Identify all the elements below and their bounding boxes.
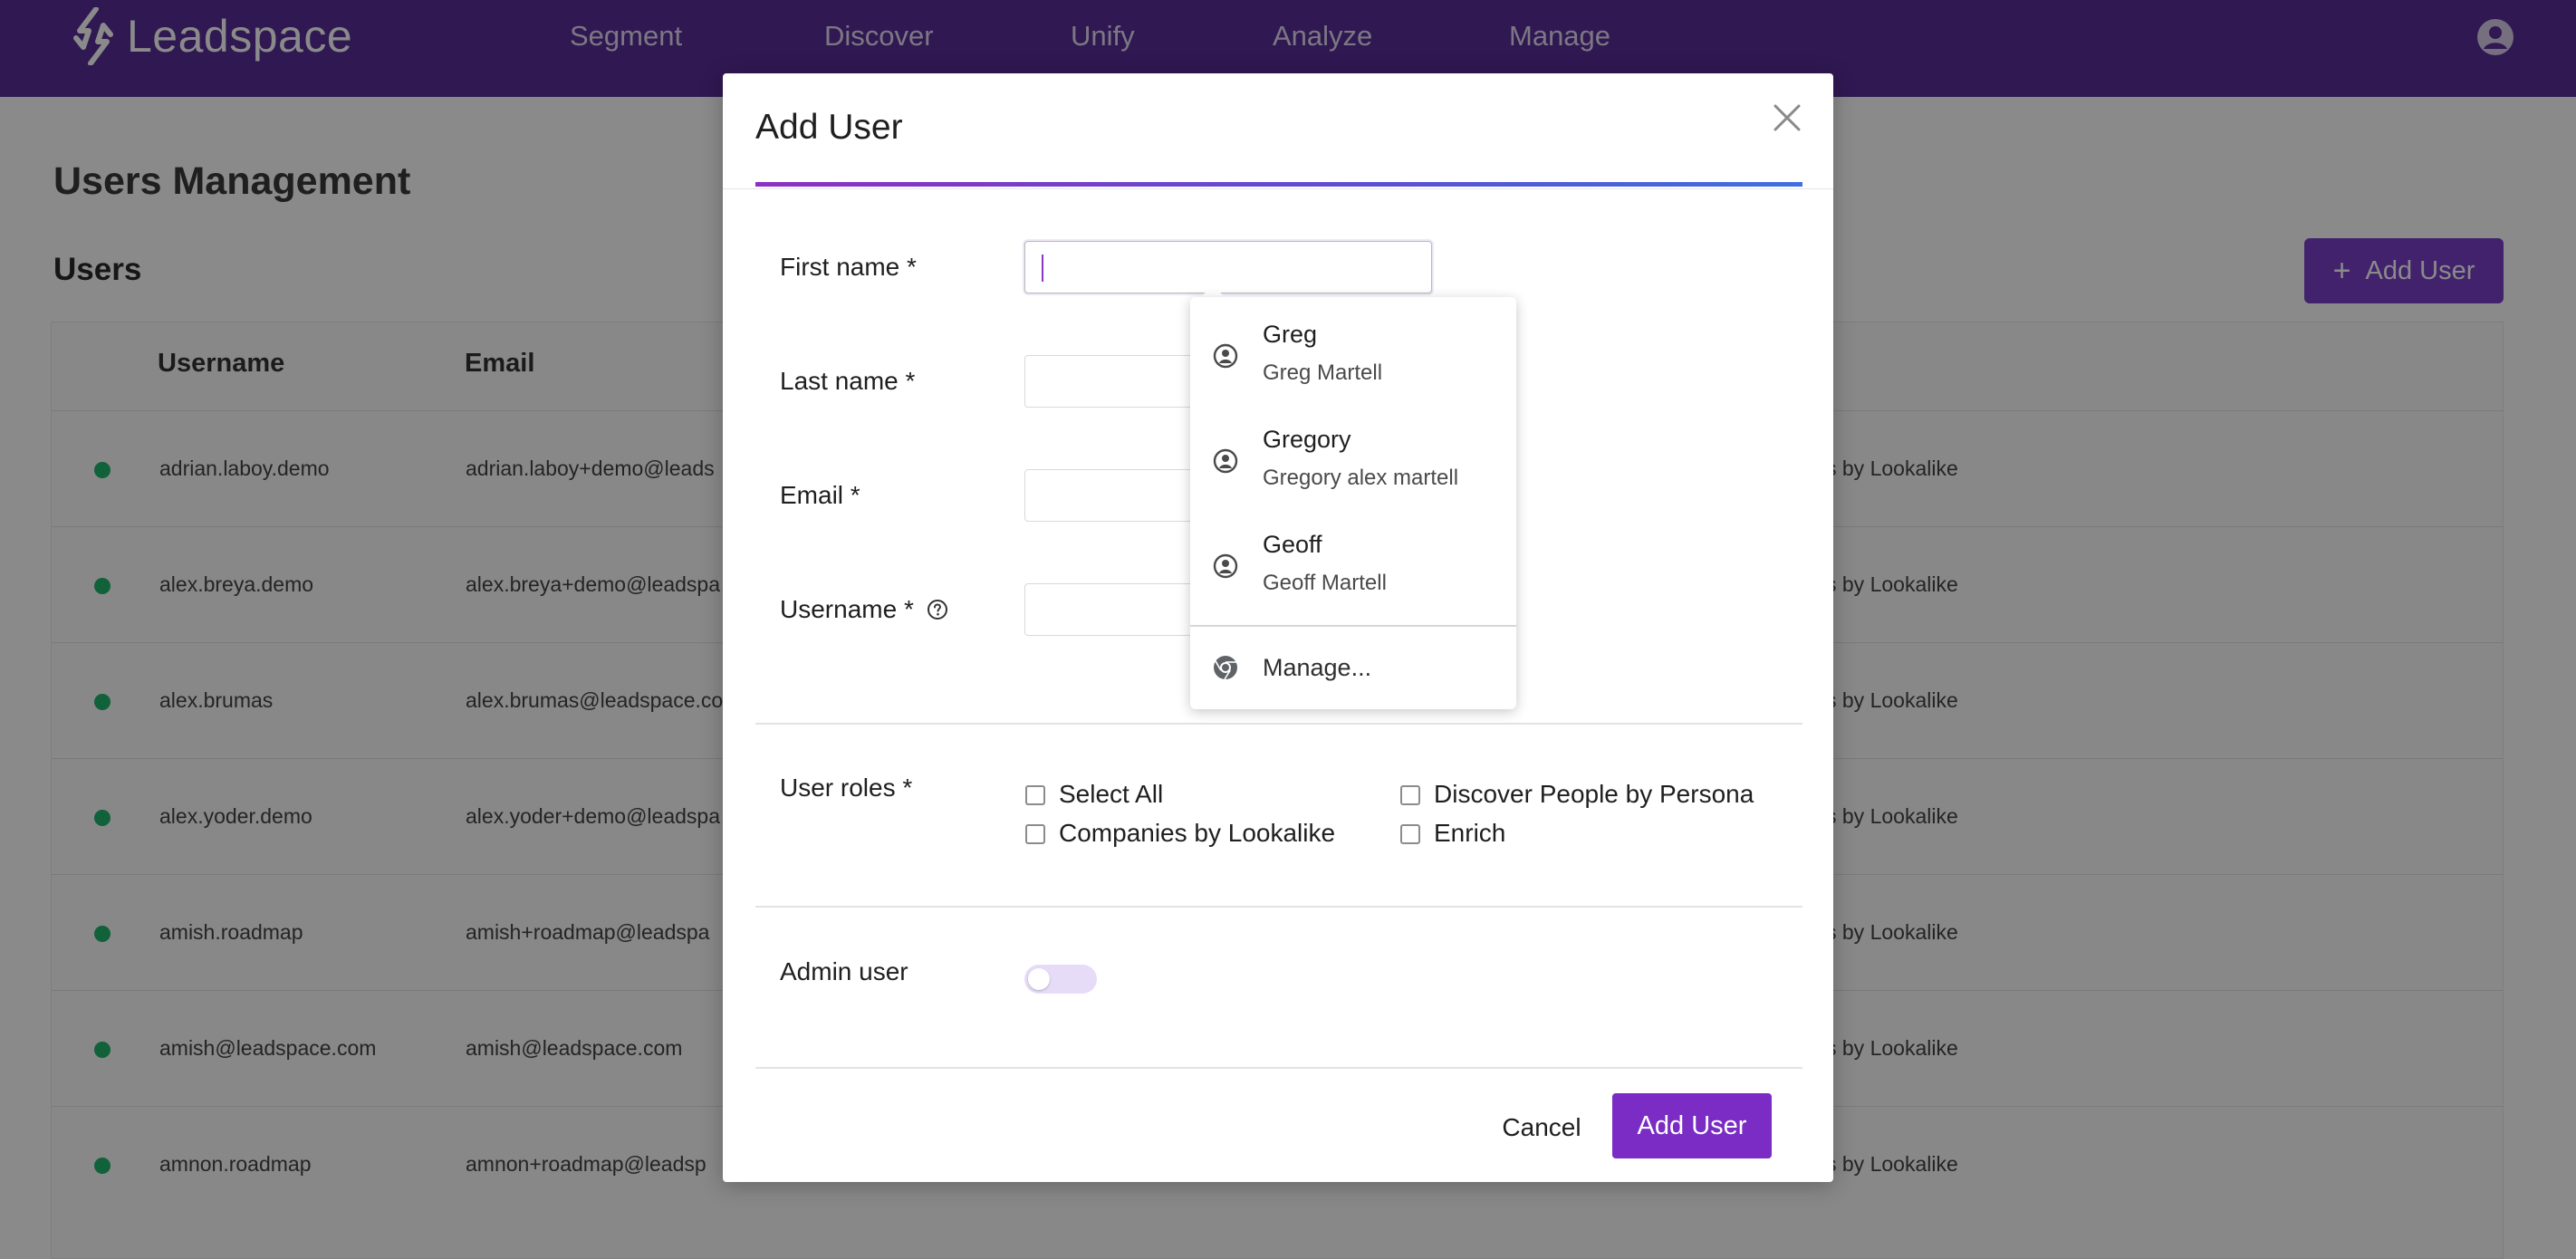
help-circle-icon[interactable] — [927, 599, 948, 620]
discover-people-by-persona-checkbox[interactable] — [1400, 785, 1420, 805]
companies-by-lookalike-label[interactable]: Companies by Lookalike — [1059, 819, 1335, 848]
cancel-button[interactable]: Cancel — [1487, 1105, 1596, 1150]
admin-user-toggle[interactable] — [1024, 965, 1097, 994]
header-divider — [723, 188, 1833, 189]
modal-title: Add User — [755, 108, 903, 147]
suggestion-full-name: Greg Martell — [1263, 360, 1383, 385]
autofill-suggestion[interactable]: Greg Greg Martell — [1190, 297, 1516, 402]
enrich-label[interactable]: Enrich — [1434, 819, 1505, 848]
username-label-row: Username * — [780, 595, 948, 624]
suggestion-full-name: Gregory alex martell — [1263, 466, 1459, 490]
title-gradient-rule — [755, 182, 1802, 187]
enrich-checkbox[interactable] — [1400, 824, 1420, 844]
autofill-suggestion[interactable]: Geoff Geoff Martell — [1190, 507, 1516, 612]
add-user-submit-button[interactable]: Add User — [1612, 1093, 1772, 1158]
select-all-label[interactable]: Select All — [1059, 780, 1163, 809]
first-name-field[interactable] — [1024, 241, 1432, 293]
suggestion-name: Greg — [1263, 321, 1318, 348]
manage-label: Manage... — [1263, 654, 1372, 681]
section-divider — [755, 723, 1802, 725]
text-cursor — [1042, 255, 1043, 282]
companies-by-lookalike-checkbox[interactable] — [1025, 824, 1045, 844]
discover-people-by-persona-label[interactable]: Discover People by Persona — [1434, 780, 1754, 809]
last-name-label: Last name * — [780, 367, 916, 395]
autofill-pointer — [1200, 284, 1226, 298]
person-circle-icon — [1213, 553, 1238, 579]
autofill-dropdown: Greg Greg Martell Gregory Gregory alex m… — [1190, 297, 1516, 709]
suggestion-name: Gregory — [1263, 426, 1351, 453]
email-label: Email * — [780, 481, 860, 509]
person-circle-icon — [1213, 448, 1238, 474]
footer-divider — [755, 1067, 1802, 1069]
autofill-suggestion[interactable]: Gregory Gregory alex martell — [1190, 402, 1516, 507]
suggestion-name: Geoff — [1263, 531, 1322, 558]
toggle-knob — [1028, 968, 1050, 990]
suggestion-full-name: Geoff Martell — [1263, 571, 1387, 595]
username-label: Username * — [780, 595, 914, 623]
user-roles-label: User roles * — [780, 774, 913, 802]
close-icon[interactable] — [1768, 99, 1806, 137]
select-all-checkbox[interactable] — [1025, 785, 1045, 805]
section-divider — [755, 906, 1802, 908]
admin-user-label: Admin user — [780, 957, 908, 985]
person-circle-icon — [1213, 343, 1238, 369]
autofill-manage-item[interactable]: Manage... — [1190, 627, 1516, 709]
chrome-icon — [1214, 656, 1237, 680]
first-name-label: First name * — [780, 253, 917, 281]
